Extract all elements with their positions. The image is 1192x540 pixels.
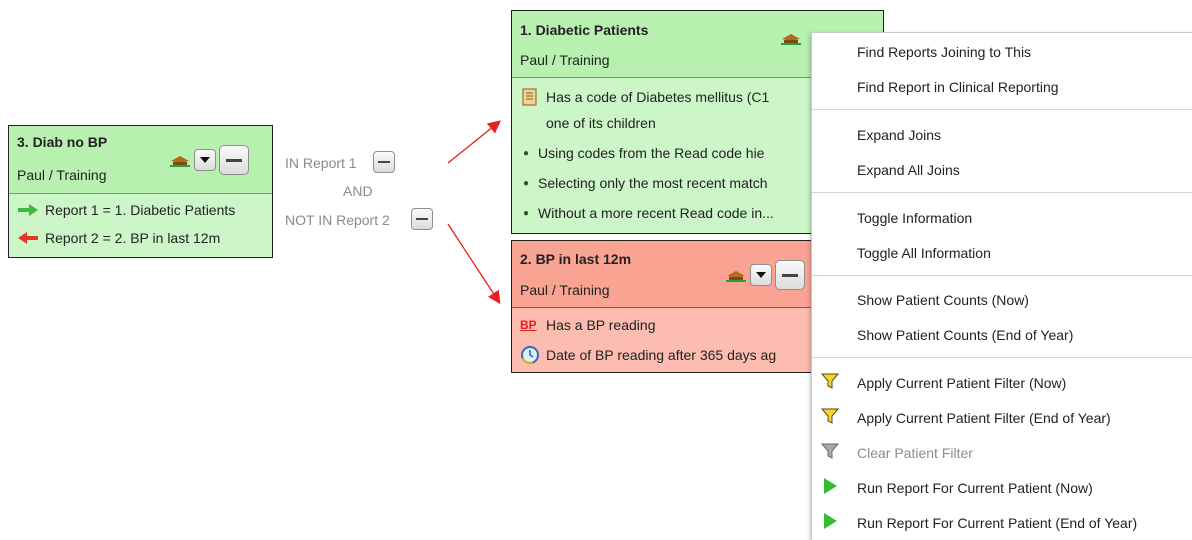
minus-icon <box>782 273 798 277</box>
bullet-icon: ● <box>522 177 530 189</box>
report-title: 2. BP in last 12m <box>520 251 632 267</box>
criteria-row-continued: one of its children <box>546 115 656 131</box>
menu-item-apply-filter-now[interactable]: Apply Current Patient Filter (Now) <box>857 375 1066 391</box>
menu-item-expand-all-joins[interactable]: Expand All Joins <box>857 162 960 178</box>
dropdown-button[interactable] <box>194 149 216 171</box>
criteria-text: Without a more recent Read code in... <box>538 205 774 221</box>
report-owner: Paul / Training <box>17 167 107 183</box>
menu-separator <box>812 109 1192 110</box>
menu-item-toggle-information[interactable]: Toggle Information <box>857 210 972 226</box>
menu-separator <box>812 357 1192 358</box>
menu-item-run-report-eoy[interactable]: Run Report For Current Patient (End of Y… <box>857 515 1137 531</box>
join-and-label: AND <box>343 183 373 199</box>
menu-separator <box>812 192 1192 193</box>
join-row-label: Report 1 = 1. Diabetic Patients <box>45 202 236 218</box>
chevron-down-icon <box>200 157 210 163</box>
criteria-row: Date of BP reading after 365 days ag <box>520 345 776 365</box>
arrow-right-green-icon <box>18 204 38 216</box>
criteria-text: Selecting only the most recent match <box>538 175 768 191</box>
context-menu: Find Reports Joining to This Find Report… <box>811 32 1192 540</box>
criteria-row: ● Selecting only the most recent match <box>520 175 768 191</box>
report-title: 1. Diabetic Patients <box>520 22 649 38</box>
dropdown-button[interactable] <box>750 264 772 286</box>
menu-separator <box>812 275 1192 276</box>
join-in-label: IN Report 1 <box>285 155 357 171</box>
collapse-button[interactable] <box>219 145 249 175</box>
criteria-text: Has a code of Diabetes mellitus (C1 <box>546 89 770 105</box>
report-card-diab-no-bp[interactable]: 3. Diab no BP Paul / Training Report 1 =… <box>8 125 273 258</box>
graduation-hat-icon <box>726 271 746 282</box>
graduation-hat-icon <box>781 34 801 45</box>
arrow-to-report1 <box>447 120 502 164</box>
arrow-to-report2 <box>447 223 501 305</box>
criteria-text: Using codes from the Read code hie <box>538 145 765 161</box>
bp-badge-icon: BP <box>520 318 537 332</box>
criteria-row: ● Using codes from the Read code hie <box>520 145 765 161</box>
report-owner: Paul / Training <box>520 282 610 298</box>
menu-item-apply-filter-eoy[interactable]: Apply Current Patient Filter (End of Yea… <box>857 410 1111 426</box>
criteria-text: Has a BP reading <box>546 317 656 333</box>
funnel-yellow-icon <box>821 408 839 424</box>
menu-item-show-counts-now[interactable]: Show Patient Counts (Now) <box>857 292 1029 308</box>
scroll-icon <box>522 88 537 106</box>
report-owner: Paul / Training <box>520 52 610 68</box>
menu-item-find-reports-joining[interactable]: Find Reports Joining to This <box>857 44 1031 60</box>
minus-icon <box>378 161 390 163</box>
menu-item-find-report-clinical[interactable]: Find Report in Clinical Reporting <box>857 79 1059 95</box>
menu-item-run-report-now[interactable]: Run Report For Current Patient (Now) <box>857 480 1093 496</box>
chevron-down-icon <box>756 272 766 278</box>
funnel-yellow-icon <box>821 373 839 389</box>
join-in-collapse-button[interactable] <box>373 151 395 173</box>
collapse-button[interactable] <box>775 260 805 290</box>
criteria-row: BP Has a BP reading <box>520 317 655 333</box>
report-title: 3. Diab no BP <box>17 134 108 150</box>
join-row-label: Report 2 = 2. BP in last 12m <box>45 230 221 246</box>
minus-icon <box>416 218 428 220</box>
menu-item-toggle-all-information[interactable]: Toggle All Information <box>857 245 991 261</box>
criteria-row: Has a code of Diabetes mellitus (C1 <box>520 87 769 107</box>
minus-icon <box>226 158 242 162</box>
graduation-hat-icon <box>170 156 190 167</box>
bullet-icon: ● <box>522 207 530 219</box>
funnel-grey-icon <box>821 443 839 459</box>
join-row-report2: Report 2 = 2. BP in last 12m <box>17 230 220 246</box>
bullet-icon: ● <box>522 147 530 159</box>
join-not-in-collapse-button[interactable] <box>411 208 433 230</box>
menu-item-expand-joins[interactable]: Expand Joins <box>857 127 941 143</box>
play-green-icon <box>824 513 837 529</box>
criteria-row: ● Without a more recent Read code in... <box>520 205 774 221</box>
menu-item-show-counts-eoy[interactable]: Show Patient Counts (End of Year) <box>857 327 1073 343</box>
play-green-icon <box>824 478 837 494</box>
criteria-text: Date of BP reading after 365 days ag <box>546 347 777 363</box>
report-card-header: 3. Diab no BP Paul / Training <box>9 126 272 194</box>
criteria-text: one of its children <box>546 115 656 131</box>
menu-item-clear-filter: Clear Patient Filter <box>857 445 973 461</box>
join-not-in-label: NOT IN Report 2 <box>285 212 390 228</box>
arrow-left-red-icon <box>18 232 38 244</box>
clock-icon <box>521 346 539 365</box>
join-row-report1: Report 1 = 1. Diabetic Patients <box>17 202 235 218</box>
